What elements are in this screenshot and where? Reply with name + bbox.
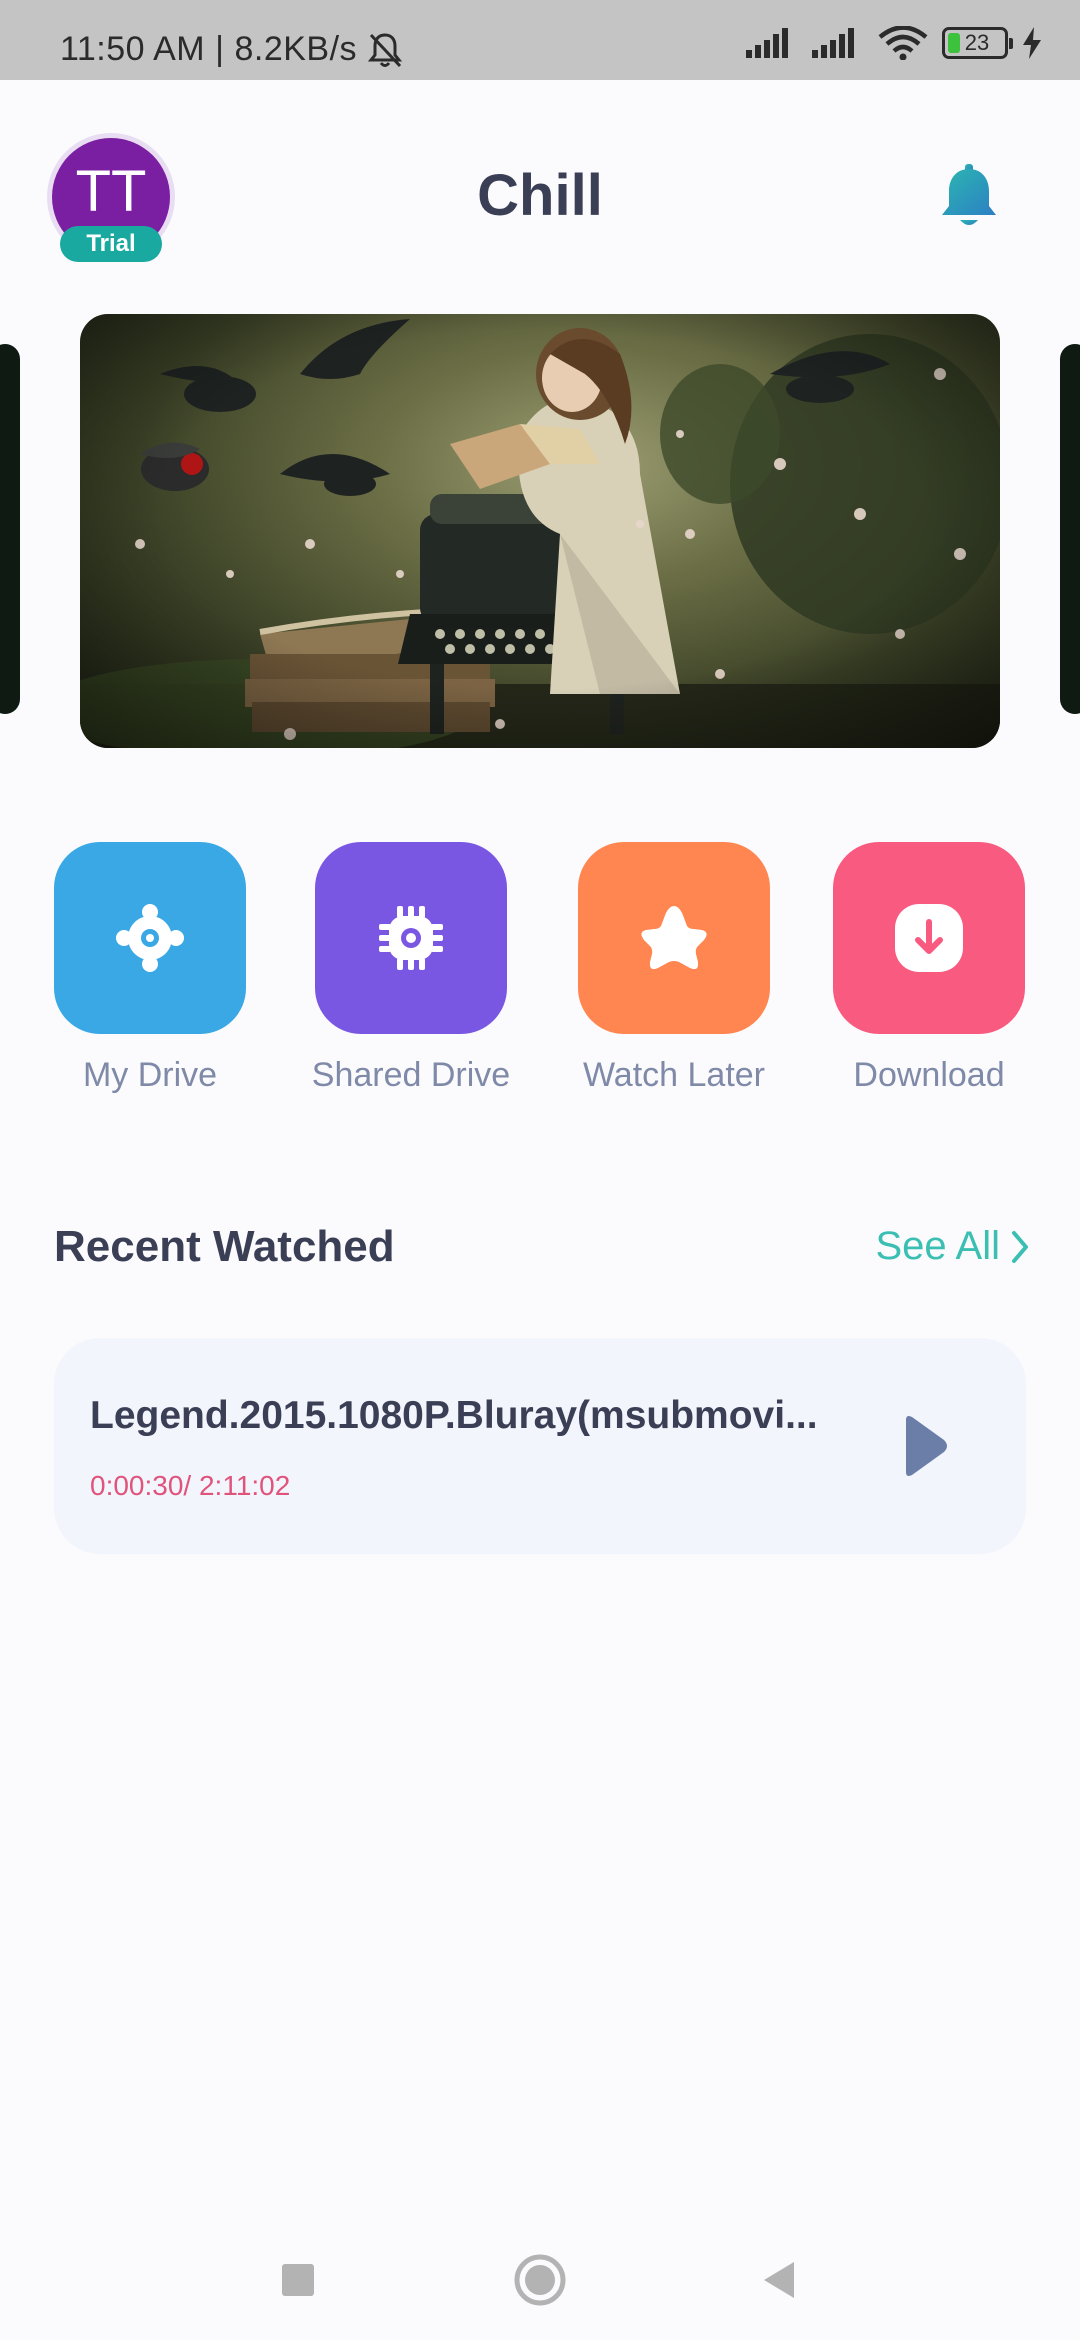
banner-carousel[interactable] <box>0 314 1080 748</box>
my-drive-button[interactable]: My Drive <box>50 842 250 1095</box>
play-icon[interactable] <box>898 1414 954 1478</box>
recent-item-progress: 0:00:30/ 2:11:02 <box>90 1470 291 1501</box>
watch-later-button[interactable]: Watch Later <box>574 842 774 1095</box>
status-separator: | <box>215 30 225 68</box>
banner-artwork <box>80 314 1000 748</box>
shared-drive-button[interactable]: Shared Drive <box>311 842 511 1095</box>
status-right: 23 <box>746 26 1042 60</box>
watch-later-tile[interactable] <box>578 842 770 1034</box>
shared-drive-label: Shared Drive <box>311 1056 511 1094</box>
download-tile[interactable] <box>833 842 1025 1034</box>
download-icon <box>895 904 963 972</box>
see-all-label: See All <box>875 1224 1000 1268</box>
chevron-right-icon <box>1012 1230 1028 1263</box>
trial-badge: Trial <box>60 226 162 262</box>
carousel-next-peek[interactable] <box>1060 344 1080 714</box>
recent-watched-title: Recent Watched <box>54 1222 395 1271</box>
recents-icon[interactable] <box>266 2248 330 2312</box>
drive-icon <box>116 904 184 972</box>
signal-icon <box>746 28 788 58</box>
charging-icon <box>1023 27 1041 59</box>
my-drive-tile[interactable] <box>54 842 246 1034</box>
recent-item-title: Legend.2015.1080P.Bluray(msubmovi... <box>90 1394 818 1437</box>
system-nav-bar <box>0 2220 1080 2340</box>
artwork-banner[interactable] <box>80 314 1000 748</box>
download-button[interactable]: Download <box>829 842 1029 1095</box>
carousel-prev-peek[interactable] <box>0 344 20 714</box>
status-time: 11:50 AM <box>60 30 206 68</box>
page-title: Chill <box>477 163 603 228</box>
battery-icon: 23 <box>942 27 1013 59</box>
download-label: Download <box>853 1056 1005 1094</box>
home-icon[interactable] <box>508 2248 572 2312</box>
see-all-link[interactable]: See All <box>875 1224 1030 1269</box>
network-speed: 8.2KB/s <box>234 30 358 68</box>
watch-later-label: Watch Later <box>582 1056 766 1094</box>
status-bar: 11:50 AM | 8.2KB/s 23 <box>0 0 1080 80</box>
battery-level: 23 <box>964 30 990 55</box>
star-icon <box>641 906 707 970</box>
my-drive-label: My Drive <box>82 1056 218 1094</box>
bell-icon[interactable] <box>936 162 1002 232</box>
chip-icon <box>379 906 443 970</box>
battery-cap <box>1009 38 1013 49</box>
wifi-icon <box>878 26 928 60</box>
status-left: 11:50 AM | 8.2KB/s <box>60 30 403 69</box>
back-icon[interactable] <box>748 2248 812 2312</box>
bell-off-icon <box>367 32 403 67</box>
signal-icon <box>812 28 854 58</box>
recent-item-card[interactable]: Legend.2015.1080P.Bluray(msubmovi... 0:0… <box>54 1338 1026 1554</box>
shared-drive-tile[interactable] <box>315 842 507 1034</box>
